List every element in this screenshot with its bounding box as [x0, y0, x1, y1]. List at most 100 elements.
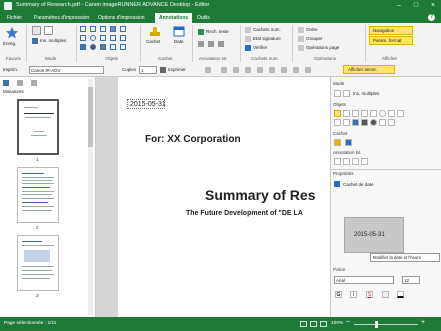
hand-icon[interactable] — [44, 26, 53, 35]
line-tool-icon[interactable] — [100, 26, 106, 32]
cachet-button[interactable]: Cachet — [146, 39, 160, 44]
zoom-slider[interactable] — [354, 321, 418, 328]
font-color-button[interactable] — [397, 291, 404, 298]
thumbnail-page-2[interactable] — [17, 167, 59, 223]
annot-icon-1[interactable] — [334, 158, 341, 165]
tab-parametres-impression[interactable]: Paramètres d'impression — [30, 13, 93, 23]
fill-ellipse-tool-icon[interactable] — [90, 44, 96, 50]
rectangle-tool-icon[interactable] — [80, 35, 86, 41]
line-tool-icon[interactable] — [352, 110, 359, 117]
redo-icon[interactable] — [257, 67, 263, 73]
polygon-tool-icon[interactable] — [388, 110, 395, 117]
ordre-button[interactable]: Ordre — [306, 27, 318, 32]
afficher-annot-toggle[interactable]: Afficher annot. — [343, 65, 395, 74]
fill-square-tool-icon[interactable] — [361, 119, 368, 126]
minimize-button[interactable]: – — [391, 0, 407, 12]
two-page-view-icon[interactable] — [310, 321, 317, 327]
save-icon[interactable] — [233, 67, 239, 73]
thumbnail-page-1[interactable] — [17, 99, 59, 155]
polyline-tool-icon[interactable] — [361, 110, 368, 117]
annot-icon-4[interactable] — [361, 158, 368, 165]
annot-icon-1[interactable] — [198, 41, 204, 47]
bold-button[interactable]: G — [335, 291, 342, 298]
undo-icon[interactable] — [245, 67, 251, 73]
date-stamp-annotation[interactable]: 2015-05-31 — [127, 99, 166, 109]
print-settings-icon[interactable] — [205, 67, 211, 73]
etat-signature-button[interactable]: Etat signature — [253, 36, 281, 41]
comments-tab-icon[interactable] — [17, 80, 23, 86]
close-button[interactable]: × — [425, 0, 441, 12]
font-size-select[interactable]: 12 — [402, 276, 420, 284]
date-stamp-icon[interactable] — [345, 139, 352, 146]
thumbnail-page-3[interactable] — [17, 235, 59, 291]
zoom-in-button[interactable]: + — [421, 319, 425, 326]
tab-annotations[interactable]: Annotations — [155, 13, 193, 23]
cursor-icon[interactable] — [32, 26, 41, 35]
zoom-out-button[interactable]: − — [346, 319, 350, 326]
annot-icon-2[interactable] — [208, 41, 214, 47]
font-family-select[interactable]: Arial — [334, 276, 394, 284]
fill-ellipse-tool-icon[interactable] — [370, 119, 377, 126]
navigation-toggle[interactable]: Navigation — [369, 26, 413, 35]
text-tool-icon[interactable] — [80, 26, 86, 32]
pen-tool-icon[interactable] — [343, 110, 350, 117]
mode-multi-insert-button[interactable]: Ins. multiples — [40, 38, 66, 43]
arrow-tool-icon[interactable] — [110, 35, 116, 41]
note-tool-icon[interactable] — [120, 26, 126, 32]
imprimer-button[interactable]: Imprimer — [168, 67, 186, 72]
star-icon[interactable] — [5, 26, 19, 40]
italic-button[interactable]: I — [350, 291, 357, 298]
verifier-button[interactable]: Vérifier — [253, 45, 267, 50]
stamp-icon[interactable] — [334, 139, 341, 146]
mode-multi-insert-button[interactable]: Ins. multiples — [353, 91, 379, 96]
ellipse-tool-icon[interactable] — [90, 35, 96, 41]
stamp-icon[interactable] — [149, 26, 161, 37]
annot-icon-2[interactable] — [343, 158, 350, 165]
grouper-button[interactable]: Grouper — [306, 36, 323, 41]
image-tool-icon[interactable] — [379, 119, 386, 126]
thumbnail-scrollbar[interactable] — [88, 79, 93, 315]
open-icon[interactable] — [221, 67, 227, 73]
polygon-tool-icon[interactable] — [100, 35, 106, 41]
cloud-tool-icon[interactable] — [120, 35, 126, 41]
ellipse-tool-icon[interactable] — [379, 110, 386, 117]
link-tool-icon[interactable] — [120, 44, 126, 50]
highlight-tool-icon[interactable] — [110, 26, 116, 32]
single-page-view-icon[interactable] — [300, 321, 307, 327]
image-tool-icon[interactable] — [110, 44, 116, 50]
rectangle-tool-icon[interactable] — [370, 110, 377, 117]
annot-icon-3[interactable] — [218, 41, 224, 47]
fill-rect-tool-icon[interactable] — [80, 44, 86, 50]
copies-input[interactable]: 1 — [139, 66, 157, 74]
enreg-button[interactable]: Enreg. — [3, 41, 16, 46]
highlight-tool-icon[interactable] — [343, 119, 350, 126]
help-icon[interactable]: ? — [428, 14, 435, 21]
bookmarks-tab-icon[interactable] — [31, 80, 37, 86]
continuous-view-icon[interactable] — [320, 321, 327, 327]
fill-polygon-tool-icon[interactable] — [100, 44, 106, 50]
pen-tool-icon[interactable] — [90, 26, 96, 32]
date-stamp-icon[interactable] — [173, 26, 185, 37]
param-format-toggle[interactable]: Param. format — [369, 36, 413, 45]
annot-icon-3[interactable] — [352, 158, 359, 165]
tool-icon-a[interactable] — [281, 67, 287, 73]
text-tool-icon[interactable] — [334, 110, 341, 117]
hand-icon[interactable] — [343, 90, 350, 97]
cursor-icon[interactable] — [334, 90, 341, 97]
date-button[interactable]: Date — [174, 39, 184, 44]
tab-options-impression[interactable]: Options d'impression — [94, 13, 149, 23]
rech-texte-button[interactable]: Rech. texte — [206, 29, 229, 34]
tab-outils[interactable]: Outils — [193, 13, 214, 23]
refresh-icon[interactable] — [269, 67, 275, 73]
underline-button[interactable]: S — [366, 291, 373, 298]
modify-date-button[interactable]: Modifier la date et l'heure — [370, 253, 440, 262]
operations-page-button[interactable]: Opérations page — [306, 45, 339, 50]
printer-select[interactable]: Canon iR-ADV — [29, 66, 104, 74]
cachets-num-button[interactable]: Cachets num. — [253, 27, 281, 32]
note-tool-icon[interactable] — [334, 119, 341, 126]
tool-icon-b[interactable] — [293, 67, 299, 73]
fill-rect-tool-icon[interactable] — [352, 119, 359, 126]
thumbnails-tab-icon[interactable] — [3, 80, 9, 86]
link-tool-icon[interactable] — [388, 119, 395, 126]
strikethrough-button[interactable] — [382, 291, 389, 298]
